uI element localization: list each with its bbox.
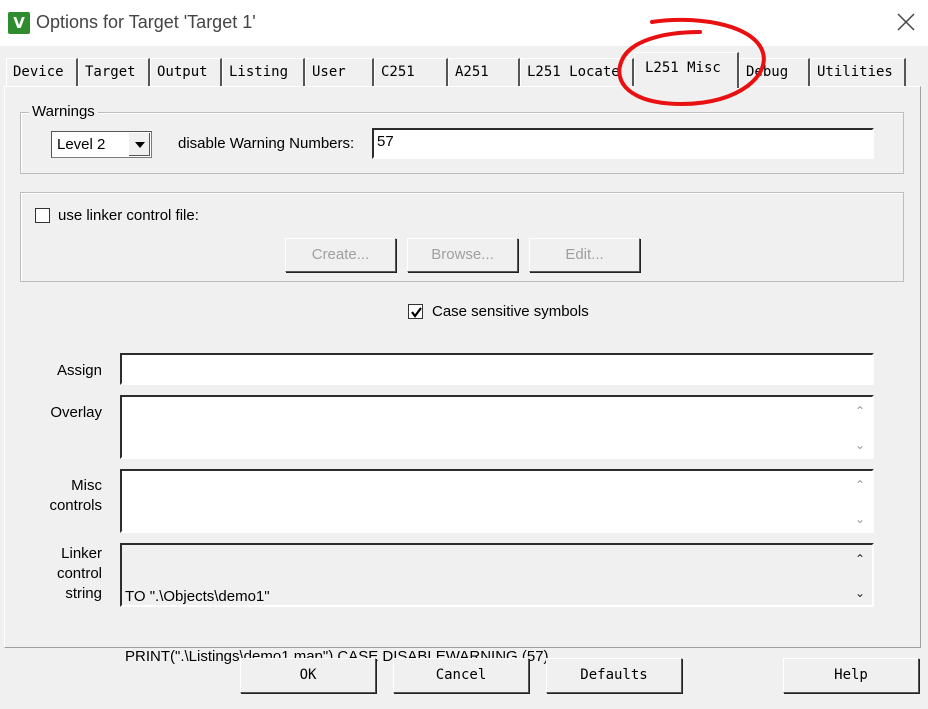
tab-listing[interactable]: Listing: [222, 58, 305, 86]
disable-warning-input[interactable]: 57: [372, 128, 874, 159]
overlay-value: [122, 397, 872, 401]
keil-app-icon: V: [8, 12, 30, 34]
linker-label-line1: Linker: [61, 545, 102, 562]
tab-c251[interactable]: C251: [374, 58, 448, 86]
assign-input[interactable]: [120, 353, 874, 385]
linker-control-string-label: Linker control string: [30, 544, 102, 604]
tab-output[interactable]: Output: [150, 58, 222, 86]
close-icon[interactable]: [894, 10, 918, 34]
create-button[interactable]: Create...: [285, 238, 396, 272]
disable-warning-value: 57: [377, 133, 394, 150]
linker-file-label: use linker control file:: [58, 207, 199, 224]
misc-controls-textarea[interactable]: ⌃ ⌄: [120, 469, 874, 533]
linker-file-checkbox[interactable]: [35, 208, 50, 223]
misc-value: [122, 471, 872, 475]
linker-label-line2: control: [56, 565, 102, 582]
warning-level-value: Level 2: [57, 136, 106, 153]
misc-label-line1: Misc: [71, 477, 102, 494]
assign-value: [122, 355, 872, 359]
disable-warning-label: disable Warning Numbers:: [178, 135, 355, 152]
defaults-button[interactable]: Defaults: [546, 658, 682, 693]
scroll-up-icon[interactable]: ⌃: [852, 477, 868, 493]
scroll-up-icon[interactable]: ⌃: [852, 551, 868, 567]
assign-label: Assign: [56, 362, 102, 379]
linker-line1: TO ".\Objects\demo1": [125, 588, 270, 605]
tab-a251[interactable]: A251: [448, 58, 520, 86]
case-sensitive-label: Case sensitive symbols: [432, 303, 589, 320]
edit-button[interactable]: Edit...: [529, 238, 640, 272]
title-bar: V Options for Target 'Target 1': [0, 0, 928, 46]
warnings-group-label: Warnings: [29, 103, 98, 120]
overlay-textarea[interactable]: ⌃ ⌄: [120, 395, 874, 459]
ok-button[interactable]: OK: [240, 658, 376, 693]
case-sensitive-checkbox[interactable]: [408, 304, 423, 319]
misc-controls-label: Misc controls: [30, 476, 102, 516]
linker-label-line3: string: [65, 585, 102, 602]
scroll-down-icon[interactable]: ⌄: [852, 437, 868, 453]
red-circle-annotation: [617, 17, 766, 107]
browse-button[interactable]: Browse...: [407, 238, 518, 272]
tab-device[interactable]: Device: [6, 58, 78, 86]
chevron-down-icon[interactable]: [128, 133, 150, 156]
help-button[interactable]: Help: [783, 658, 919, 693]
overlay-label: Overlay: [50, 404, 102, 421]
scroll-down-icon[interactable]: ⌄: [852, 511, 868, 527]
misc-label-line2: controls: [49, 497, 102, 514]
linker-control-string-textarea[interactable]: TO ".\Objects\demo1" PRINT(".\Listings\d…: [120, 543, 874, 665]
tab-utilities[interactable]: Utilities: [810, 58, 906, 86]
cancel-button[interactable]: Cancel: [393, 658, 529, 693]
scroll-up-icon[interactable]: ⌃: [852, 403, 868, 419]
checkmark-icon: [411, 307, 422, 318]
window-title: Options for Target 'Target 1': [36, 12, 256, 32]
warning-level-select[interactable]: Level 2: [51, 131, 152, 158]
scroll-down-icon[interactable]: ⌄: [852, 585, 868, 601]
tab-user[interactable]: User: [305, 58, 374, 86]
tab-target[interactable]: Target: [78, 58, 150, 86]
